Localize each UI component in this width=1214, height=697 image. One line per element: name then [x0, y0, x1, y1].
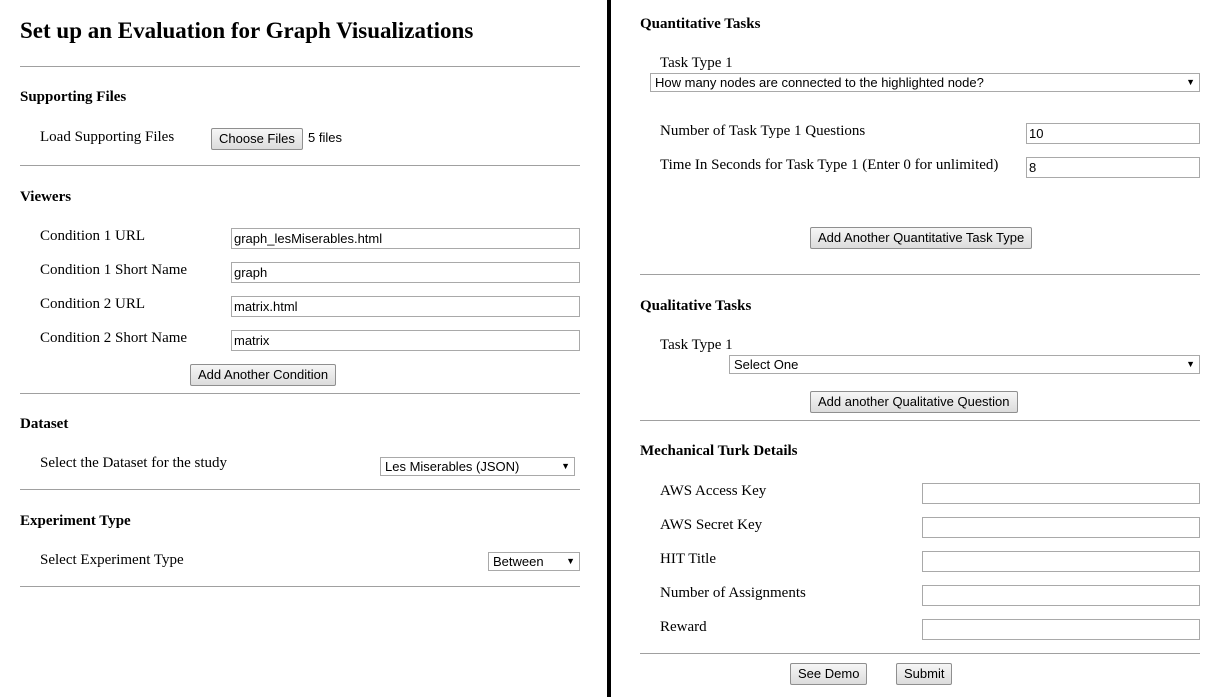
num-assignments-input[interactable]: [922, 585, 1200, 606]
condition-1-url-input[interactable]: [231, 228, 580, 249]
qual-task-select[interactable]: Select One ▼: [729, 355, 1200, 374]
condition-2-short-name-label: Condition 2 Short Name: [40, 330, 188, 346]
time-seconds-input[interactable]: [1026, 157, 1200, 178]
quantitative-heading: Quantitative Tasks: [640, 16, 761, 32]
quant-task-type-label: Task Type 1: [660, 55, 733, 71]
aws-secret-key-label: AWS Secret Key: [660, 517, 763, 533]
qual-task-type-label: Task Type 1: [660, 337, 733, 353]
qual-task-selected: Select One: [734, 357, 799, 372]
condition-1-short-name-label: Condition 1 Short Name: [40, 262, 188, 278]
divider: [20, 66, 580, 67]
dataset-selected: Les Miserables (JSON): [385, 459, 520, 474]
add-quant-task-button[interactable]: Add Another Quantitative Task Type: [810, 227, 1033, 249]
quant-task-selected: How many nodes are connected to the high…: [655, 75, 984, 90]
num-questions-input[interactable]: [1026, 123, 1200, 144]
choose-files-button[interactable]: Choose Files: [211, 128, 303, 150]
chevron-down-icon: ▼: [561, 461, 570, 471]
reward-label: Reward: [660, 619, 707, 635]
hit-title-input[interactable]: [922, 551, 1200, 572]
reward-input[interactable]: [922, 619, 1200, 640]
add-qual-question-button[interactable]: Add another Qualitative Question: [810, 391, 1018, 413]
condition-2-url-label: Condition 2 URL: [40, 296, 146, 312]
hit-title-label: HIT Title: [660, 551, 716, 567]
files-status: 5 files: [308, 130, 342, 145]
page-title: Set up an Evaluation for Graph Visualiza…: [20, 18, 474, 43]
divider: [20, 586, 580, 587]
load-files-label: Load Supporting Files: [40, 129, 175, 145]
mturk-heading: Mechanical Turk Details: [640, 443, 798, 459]
chevron-down-icon: ▼: [1186, 77, 1195, 87]
divider: [640, 653, 1200, 654]
quant-task-select[interactable]: How many nodes are connected to the high…: [650, 73, 1200, 92]
condition-1-short-name-input[interactable]: [231, 262, 580, 283]
experiment-type-select[interactable]: Between ▼: [488, 552, 580, 571]
aws-access-key-label: AWS Access Key: [660, 483, 767, 499]
experiment-type-selected: Between: [493, 554, 544, 569]
dataset-heading: Dataset: [20, 416, 69, 432]
add-condition-button[interactable]: Add Another Condition: [190, 364, 337, 386]
experiment-type-heading: Experiment Type: [20, 513, 131, 529]
divider: [20, 393, 580, 394]
dataset-label: Select the Dataset for the study: [40, 455, 228, 471]
experiment-type-label: Select Experiment Type: [40, 552, 184, 568]
aws-secret-key-input[interactable]: [922, 517, 1200, 538]
time-seconds-label: Time In Seconds for Task Type 1 (Enter 0…: [660, 157, 999, 173]
condition-2-url-input[interactable]: [231, 296, 580, 317]
chevron-down-icon: ▼: [1186, 359, 1195, 369]
divider: [640, 420, 1200, 421]
condition-1-url-label: Condition 1 URL: [40, 228, 146, 244]
see-demo-button[interactable]: See Demo: [790, 663, 868, 685]
divider: [20, 165, 580, 166]
submit-button[interactable]: Submit: [896, 663, 953, 685]
supporting-files-heading: Supporting Files: [20, 89, 127, 105]
divider: [20, 489, 580, 490]
num-questions-label: Number of Task Type 1 Questions: [660, 123, 866, 139]
viewers-heading: Viewers: [20, 189, 72, 205]
divider: [640, 274, 1200, 275]
dataset-select[interactable]: Les Miserables (JSON) ▼: [380, 457, 575, 476]
column-divider: [607, 0, 611, 697]
num-assignments-label: Number of Assignments: [660, 585, 806, 601]
chevron-down-icon: ▼: [566, 556, 575, 566]
aws-access-key-input[interactable]: [922, 483, 1200, 504]
qualitative-heading: Qualitative Tasks: [640, 298, 752, 314]
condition-2-short-name-input[interactable]: [231, 330, 580, 351]
